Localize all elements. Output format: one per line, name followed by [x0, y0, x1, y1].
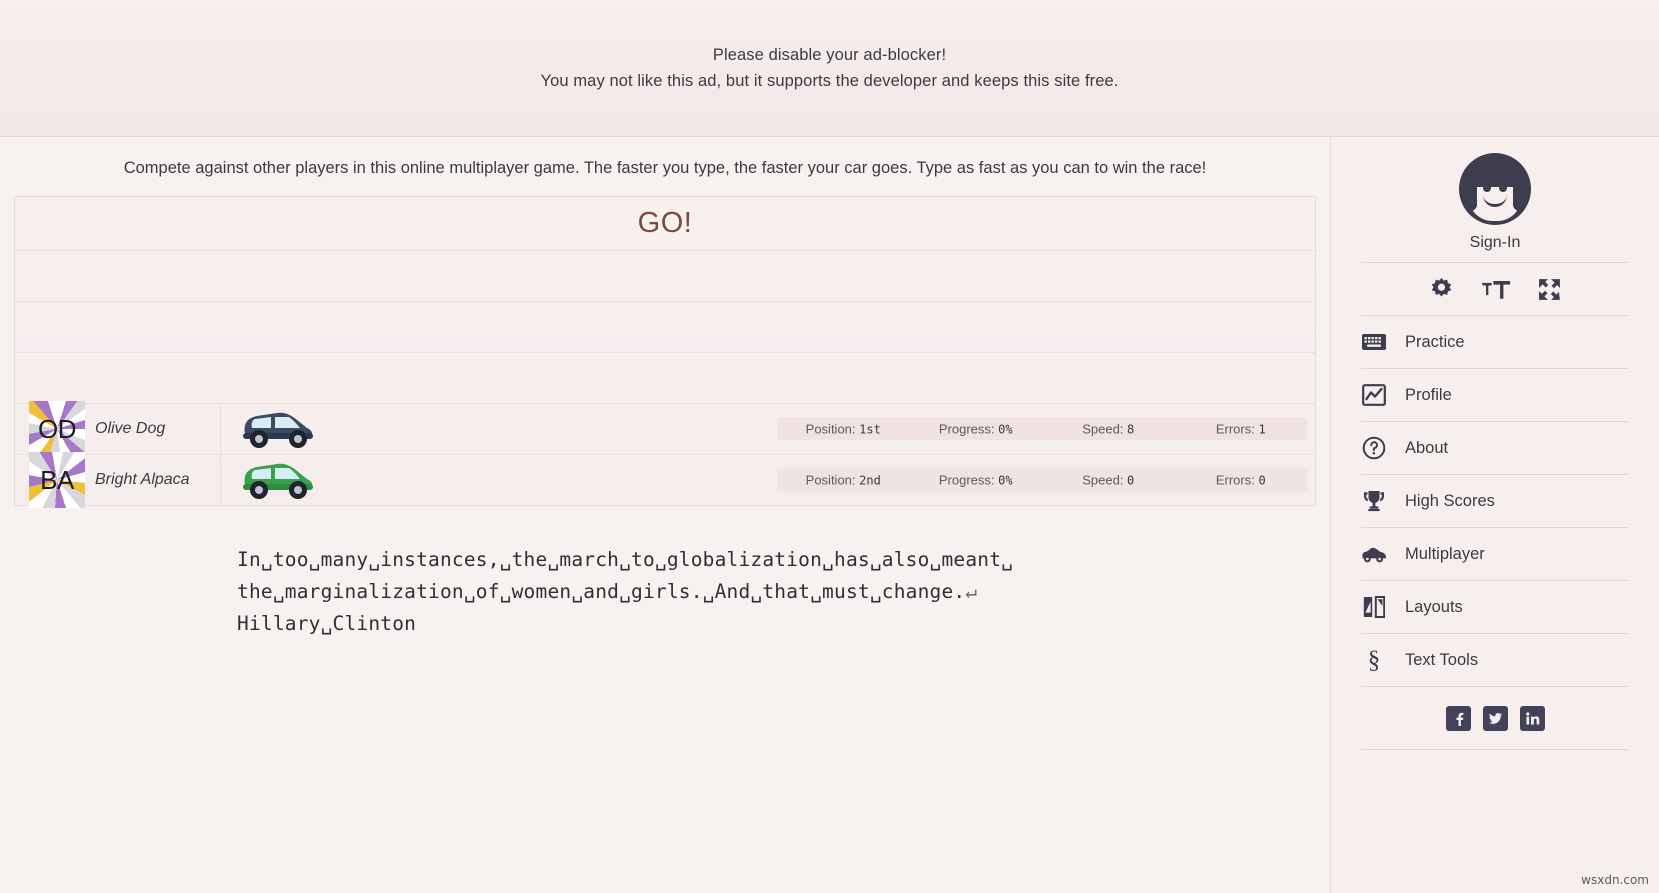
game-intro-text: Compete against other players in this on…	[123, 159, 1207, 177]
stat-progress: Progress: 0%	[910, 422, 1043, 437]
sidebar-item-text-tools[interactable]: § Text Tools	[1361, 634, 1629, 686]
avatar: BA	[29, 452, 85, 508]
tool-icon-row	[1331, 263, 1659, 315]
stat-speed: Speed: 8	[1042, 422, 1175, 437]
stat-progress-label: Progress:	[938, 472, 995, 488]
linkedin-icon[interactable]	[1519, 705, 1545, 731]
section-sign-icon: §	[1367, 646, 1381, 674]
go-text: GO!	[637, 207, 693, 239]
car-icon	[233, 455, 317, 506]
car-icon	[233, 404, 317, 455]
ad-banner: Please disable your ad-blocker! You may …	[0, 0, 1659, 137]
typing-line-2-text: the␣marginalization␣of␣women␣and␣girls.␣…	[237, 580, 966, 603]
sidebar-item-label: Text Tools	[1405, 650, 1479, 669]
layouts-icon	[1361, 594, 1387, 620]
stat-progress-label: Progress:	[938, 421, 995, 437]
sidebar-item-label: Layouts	[1405, 597, 1463, 616]
stat-speed-value: 0	[1127, 473, 1135, 488]
racer-stats: Position: 2nd Progress: 0% Speed: 0 Erro…	[777, 468, 1308, 492]
sidebar-item-layouts[interactable]: Layouts	[1361, 581, 1629, 633]
racer-lane: Position: 2nd Progress: 0% Speed: 0 Erro…	[221, 455, 1315, 505]
race-track: GO! OD Olive Dog Position: 1st Progress:…	[14, 196, 1316, 508]
sidebar-item-about[interactable]: About	[1361, 422, 1629, 474]
return-symbol-icon: ↵	[965, 580, 978, 603]
sidebar-item-profile[interactable]: Profile	[1361, 369, 1629, 421]
sign-in-block[interactable]: Sign-In	[1331, 137, 1659, 262]
racer-row: OD Olive Dog Position: 1st Progress: 0% …	[15, 401, 1315, 457]
avatar-initials: BA	[40, 464, 74, 495]
stat-progress-value: 0%	[998, 422, 1013, 437]
sign-in-label: Sign-In	[1469, 234, 1521, 251]
stat-errors: Errors: 0	[1175, 473, 1308, 488]
stat-position-label: Position:	[805, 421, 856, 437]
go-banner: GO!	[15, 197, 1315, 251]
watermark: wsxdn.com	[1581, 873, 1649, 887]
track-empty-lane-1	[15, 251, 1315, 302]
sidebar-item-multiplayer[interactable]: Multiplayer	[1361, 528, 1629, 580]
stat-position: Position: 1st	[777, 422, 910, 437]
social-links-row	[1331, 687, 1659, 749]
sidebar-item-label: Profile	[1405, 385, 1452, 404]
stat-errors: Errors: 1	[1175, 422, 1308, 437]
sidebar-item-practice[interactable]: Practice	[1361, 316, 1629, 368]
user-avatar-icon[interactable]	[1459, 153, 1531, 225]
gear-icon[interactable]	[1428, 276, 1455, 303]
ad-subtext: You may not like this ad, but it support…	[540, 71, 1119, 90]
typing-text-area[interactable]: In␣too␣many␣instances,␣the␣march␣to␣glob…	[237, 544, 1137, 640]
stat-errors-label: Errors:	[1215, 472, 1255, 488]
sidebar-item-label: About	[1405, 438, 1449, 457]
chart-line-icon	[1361, 382, 1387, 408]
stat-progress: Progress: 0%	[910, 473, 1043, 488]
divider	[1361, 749, 1629, 750]
sidebar-item-high-scores[interactable]: High Scores	[1361, 475, 1629, 527]
text-size-icon[interactable]	[1481, 277, 1511, 301]
stat-progress-value: 0%	[998, 473, 1013, 488]
fullscreen-icon[interactable]	[1537, 277, 1562, 302]
question-circle-icon	[1361, 435, 1387, 461]
car-icon	[1361, 541, 1387, 567]
racer-row: BA Bright Alpaca Position: 2nd Progress:…	[15, 452, 1315, 508]
stat-errors-value: 0	[1258, 473, 1266, 488]
racer-lane: Position: 1st Progress: 0% Speed: 8 Erro…	[221, 404, 1315, 454]
stat-position-value: 1st	[859, 422, 881, 437]
facebook-icon[interactable]	[1445, 705, 1471, 731]
sidebar-item-label: High Scores	[1405, 491, 1495, 510]
racer-name: Olive Dog	[95, 420, 166, 437]
racer-identity: OD Olive Dog	[15, 401, 221, 457]
racer-name: Bright Alpaca	[95, 471, 190, 488]
avatar-initials: OD	[38, 413, 77, 444]
stat-speed-label: Speed:	[1082, 421, 1124, 437]
sidebar: Sign-In Practice Profile About High Scor…	[1330, 137, 1659, 893]
stat-position: Position: 2nd	[777, 473, 910, 488]
main-content: Compete against other players in this on…	[0, 137, 1330, 893]
typing-line-2: the␣marginalization␣of␣women␣and␣girls.␣…	[237, 576, 1137, 608]
ad-headline: Please disable your ad-blocker!	[712, 45, 947, 64]
stat-speed: Speed: 0	[1042, 473, 1175, 488]
track-empty-lane-3	[15, 353, 1315, 404]
stat-speed-label: Speed:	[1082, 472, 1124, 488]
track-empty-lane-2	[15, 302, 1315, 353]
twitter-icon[interactable]	[1482, 705, 1508, 731]
trophy-icon	[1361, 488, 1387, 514]
sidebar-item-label: Practice	[1405, 332, 1465, 351]
stat-position-label: Position:	[805, 472, 856, 488]
sidebar-item-label: Multiplayer	[1405, 544, 1485, 563]
page-body: Compete against other players in this on…	[0, 137, 1659, 893]
stat-position-value: 2nd	[859, 473, 881, 488]
keyboard-icon	[1361, 329, 1387, 355]
avatar: OD	[29, 401, 85, 457]
racer-identity: BA Bright Alpaca	[15, 452, 221, 508]
stat-speed-value: 8	[1127, 422, 1135, 437]
racer-stats: Position: 1st Progress: 0% Speed: 8 Erro…	[777, 417, 1308, 441]
typing-line-1: In␣too␣many␣instances,␣the␣march␣to␣glob…	[237, 548, 1014, 571]
typing-line-3-author: Hillary␣Clinton	[237, 612, 417, 635]
stat-errors-label: Errors:	[1215, 421, 1255, 437]
stat-errors-value: 1	[1258, 422, 1266, 437]
